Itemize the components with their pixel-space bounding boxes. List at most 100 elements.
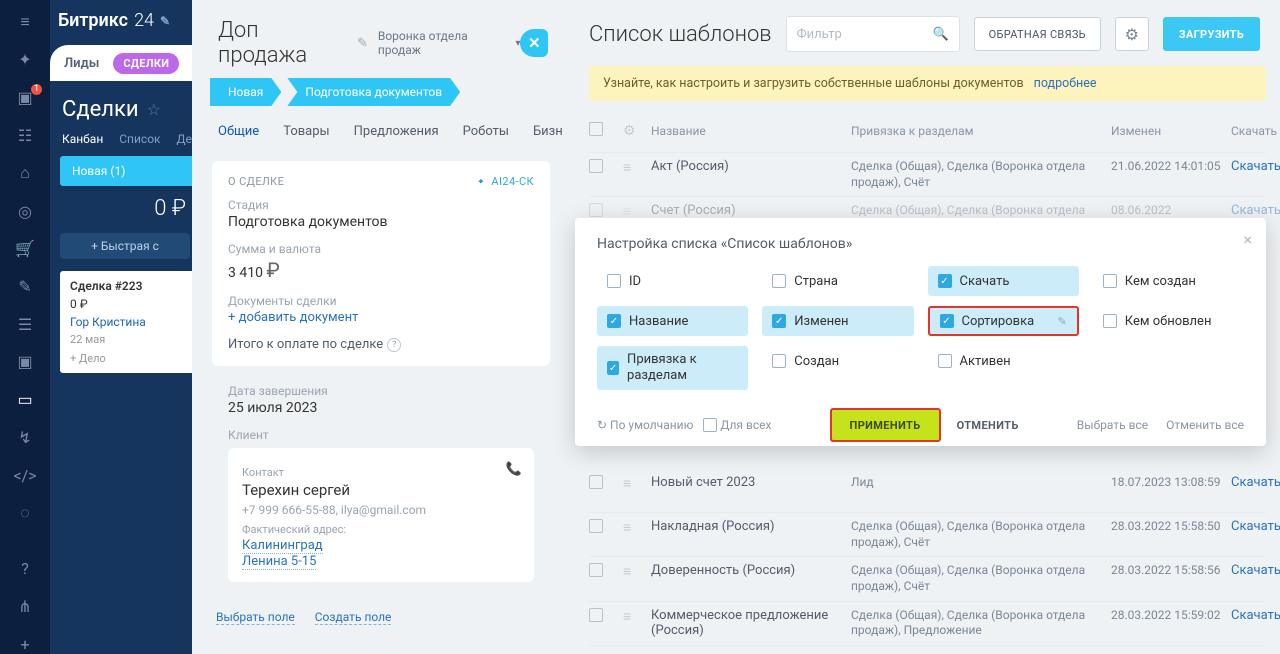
table-row[interactable]: ≡ Коммерческое предложение (Россия) Сдел… — [589, 602, 1266, 646]
sum-value[interactable]: 3 410 ₽ — [228, 258, 534, 282]
opt-sort[interactable]: ✓Сортировка✎ — [928, 306, 1079, 336]
contact-name[interactable]: Терехин сергей — [242, 481, 520, 499]
tab-offers[interactable]: Предложения — [354, 124, 439, 147]
tab-leads[interactable]: Лиды — [64, 56, 99, 71]
row-checkbox[interactable] — [589, 608, 603, 622]
view-kanban[interactable]: Канбан — [62, 132, 103, 146]
download-link[interactable]: Скачать — [1231, 475, 1280, 490]
download-link[interactable]: Скачать — [1231, 159, 1280, 174]
checkbox[interactable] — [1103, 274, 1117, 288]
cell-name[interactable]: Доверенность (Россия) — [651, 563, 851, 578]
opt-changed[interactable]: ✓Изменен — [762, 306, 913, 336]
contact-phone-email[interactable]: +7 999 666-55-88, ilya@gmail.com — [242, 503, 520, 517]
end-date-value[interactable]: 25 июля 2023 — [228, 400, 534, 416]
drag-handle-icon[interactable]: ≡ — [623, 608, 651, 625]
select-all-checkbox[interactable] — [589, 122, 603, 136]
download-link[interactable]: Скачать — [1231, 203, 1280, 218]
apply-button[interactable]: ПРИМЕНИТЬ — [830, 408, 941, 442]
banner-more-link[interactable]: подробнее — [1034, 76, 1097, 91]
col-name[interactable]: Название — [651, 124, 851, 138]
deal-card[interactable]: Сделка #223 0 ₽ Гор Кристина 22 мая + Де… — [60, 271, 200, 373]
menu-icon[interactable]: ≡ — [14, 12, 36, 32]
select-field-link[interactable]: Выбрать поле — [216, 610, 295, 625]
stage-value[interactable]: Подготовка документов — [228, 214, 534, 230]
bell-icon[interactable]: ▣1 — [14, 88, 36, 108]
upload-button[interactable]: ЗАГРУЗИТЬ — [1163, 17, 1260, 51]
checkbox[interactable]: ✓ — [607, 314, 621, 328]
feedback-button[interactable]: ОБРАТНАЯ СВЯЗЬ — [974, 17, 1101, 51]
quick-deal-button[interactable]: + Быстрая с — [60, 233, 190, 259]
tab-products[interactable]: Товары — [283, 124, 329, 147]
city-link[interactable]: Калининград — [242, 538, 323, 554]
checkbox[interactable] — [772, 274, 786, 288]
drag-handle-icon[interactable]: ≡ — [623, 475, 651, 492]
pen-icon[interactable]: ✎ — [14, 277, 36, 297]
table-row[interactable]: ≡ Накладная (Россия) Сделка (Общая), Сде… — [589, 513, 1266, 557]
cell-name[interactable]: Накладная (Россия) — [651, 519, 851, 534]
cart-icon[interactable]: 🛒 — [14, 239, 36, 259]
for-all-checkbox[interactable] — [703, 418, 717, 432]
edit-brand-icon[interactable]: ✎ — [160, 14, 170, 28]
favorite-icon[interactable]: ☆ — [147, 100, 161, 119]
plus-icon[interactable]: + — [14, 634, 36, 654]
checkbox[interactable]: ✓ — [938, 274, 952, 288]
opt-name[interactable]: ✓Название — [597, 306, 748, 336]
column-settings-icon[interactable]: ⚙ — [623, 123, 651, 139]
close-panel-button[interactable]: ✕ — [520, 29, 548, 57]
tab-biz[interactable]: Бизн — [533, 124, 563, 147]
tab-deals[interactable]: СДЕЛКИ — [113, 53, 179, 74]
row-checkbox[interactable] — [589, 519, 603, 533]
filter-icon[interactable]: ☷ — [14, 125, 36, 145]
ai-tag[interactable]: 🔹 AI24-ск — [474, 175, 534, 188]
stage-1[interactable]: Новая — [210, 78, 281, 106]
opt-active[interactable]: Активен — [928, 346, 1079, 376]
home-icon[interactable]: ⌂ — [14, 163, 36, 183]
filter-input[interactable]: Фильтр 🔍 — [786, 16, 960, 52]
tab-general[interactable]: Общие — [218, 124, 259, 147]
search-icon[interactable]: 🔍 — [932, 27, 948, 42]
row-checkbox[interactable] — [589, 563, 603, 577]
view-list[interactable]: Список — [119, 132, 160, 146]
view-more[interactable]: Де — [177, 132, 192, 146]
reset-default-link[interactable]: ↻ По умолчанию — [597, 418, 693, 432]
box-icon[interactable]: ▭ — [14, 390, 36, 410]
code-icon[interactable]: </> — [14, 465, 36, 485]
opt-id[interactable]: ID — [597, 266, 748, 296]
download-link[interactable]: Скачать — [1231, 563, 1280, 578]
edit-icon[interactable]: ✎ — [1058, 315, 1067, 328]
android-icon[interactable]: ▣ — [14, 352, 36, 372]
cpu-icon[interactable]: ✦ — [14, 50, 36, 70]
help-tooltip-icon[interactable]: ? — [387, 338, 401, 352]
opt-created[interactable]: Создан — [762, 346, 913, 376]
target-icon[interactable]: ◎ — [14, 201, 36, 221]
checkbox[interactable]: ✓ — [607, 361, 619, 375]
row-checkbox[interactable] — [589, 159, 603, 173]
stage-2[interactable]: Подготовка документов — [287, 78, 460, 106]
col-download[interactable]: Скачать — [1231, 124, 1280, 138]
opt-created-by[interactable]: Кем создан — [1093, 266, 1244, 296]
checkbox[interactable] — [938, 354, 952, 368]
chat-icon[interactable]: ◌ — [14, 503, 36, 523]
cell-name[interactable]: Коммерческое предложение (Россия) — [651, 608, 851, 638]
checkbox[interactable]: ✓ — [940, 314, 954, 328]
opt-updated-by[interactable]: Кем обновлен — [1093, 306, 1244, 336]
add-document-link[interactable]: + добавить документ — [228, 310, 534, 325]
deal-card-add-activity[interactable]: + Дело — [70, 352, 190, 365]
row-checkbox[interactable] — [589, 475, 603, 489]
col-changed[interactable]: Изменен — [1111, 124, 1231, 138]
opt-country[interactable]: Страна — [762, 266, 913, 296]
deal-title[interactable]: Доп продажа — [218, 18, 351, 68]
checkbox[interactable] — [772, 354, 786, 368]
brand-logo[interactable]: Битрикс 24 ✎ — [50, 0, 200, 45]
select-all-link[interactable]: Выбрать все — [1077, 418, 1148, 432]
cell-name[interactable]: Новый счет 2023 — [651, 475, 851, 490]
sitemap-icon[interactable]: ⋔ — [14, 597, 36, 617]
settings-button[interactable]: ⚙ — [1115, 17, 1149, 51]
table-row[interactable]: ≡ Акт (Россия) Сделка (Общая), Сделка (В… — [589, 153, 1266, 197]
street-link[interactable]: Ленина 5-15 — [242, 554, 316, 570]
phone-icon[interactable]: 📞 — [506, 462, 522, 477]
table-row[interactable]: ≡ Доверенность (Россия) Сделка (Общая), … — [589, 557, 1266, 601]
opt-download[interactable]: ✓Скачать — [928, 266, 1079, 296]
stage-new[interactable]: Новая (1) — [60, 156, 200, 186]
checkbox[interactable] — [607, 274, 621, 288]
